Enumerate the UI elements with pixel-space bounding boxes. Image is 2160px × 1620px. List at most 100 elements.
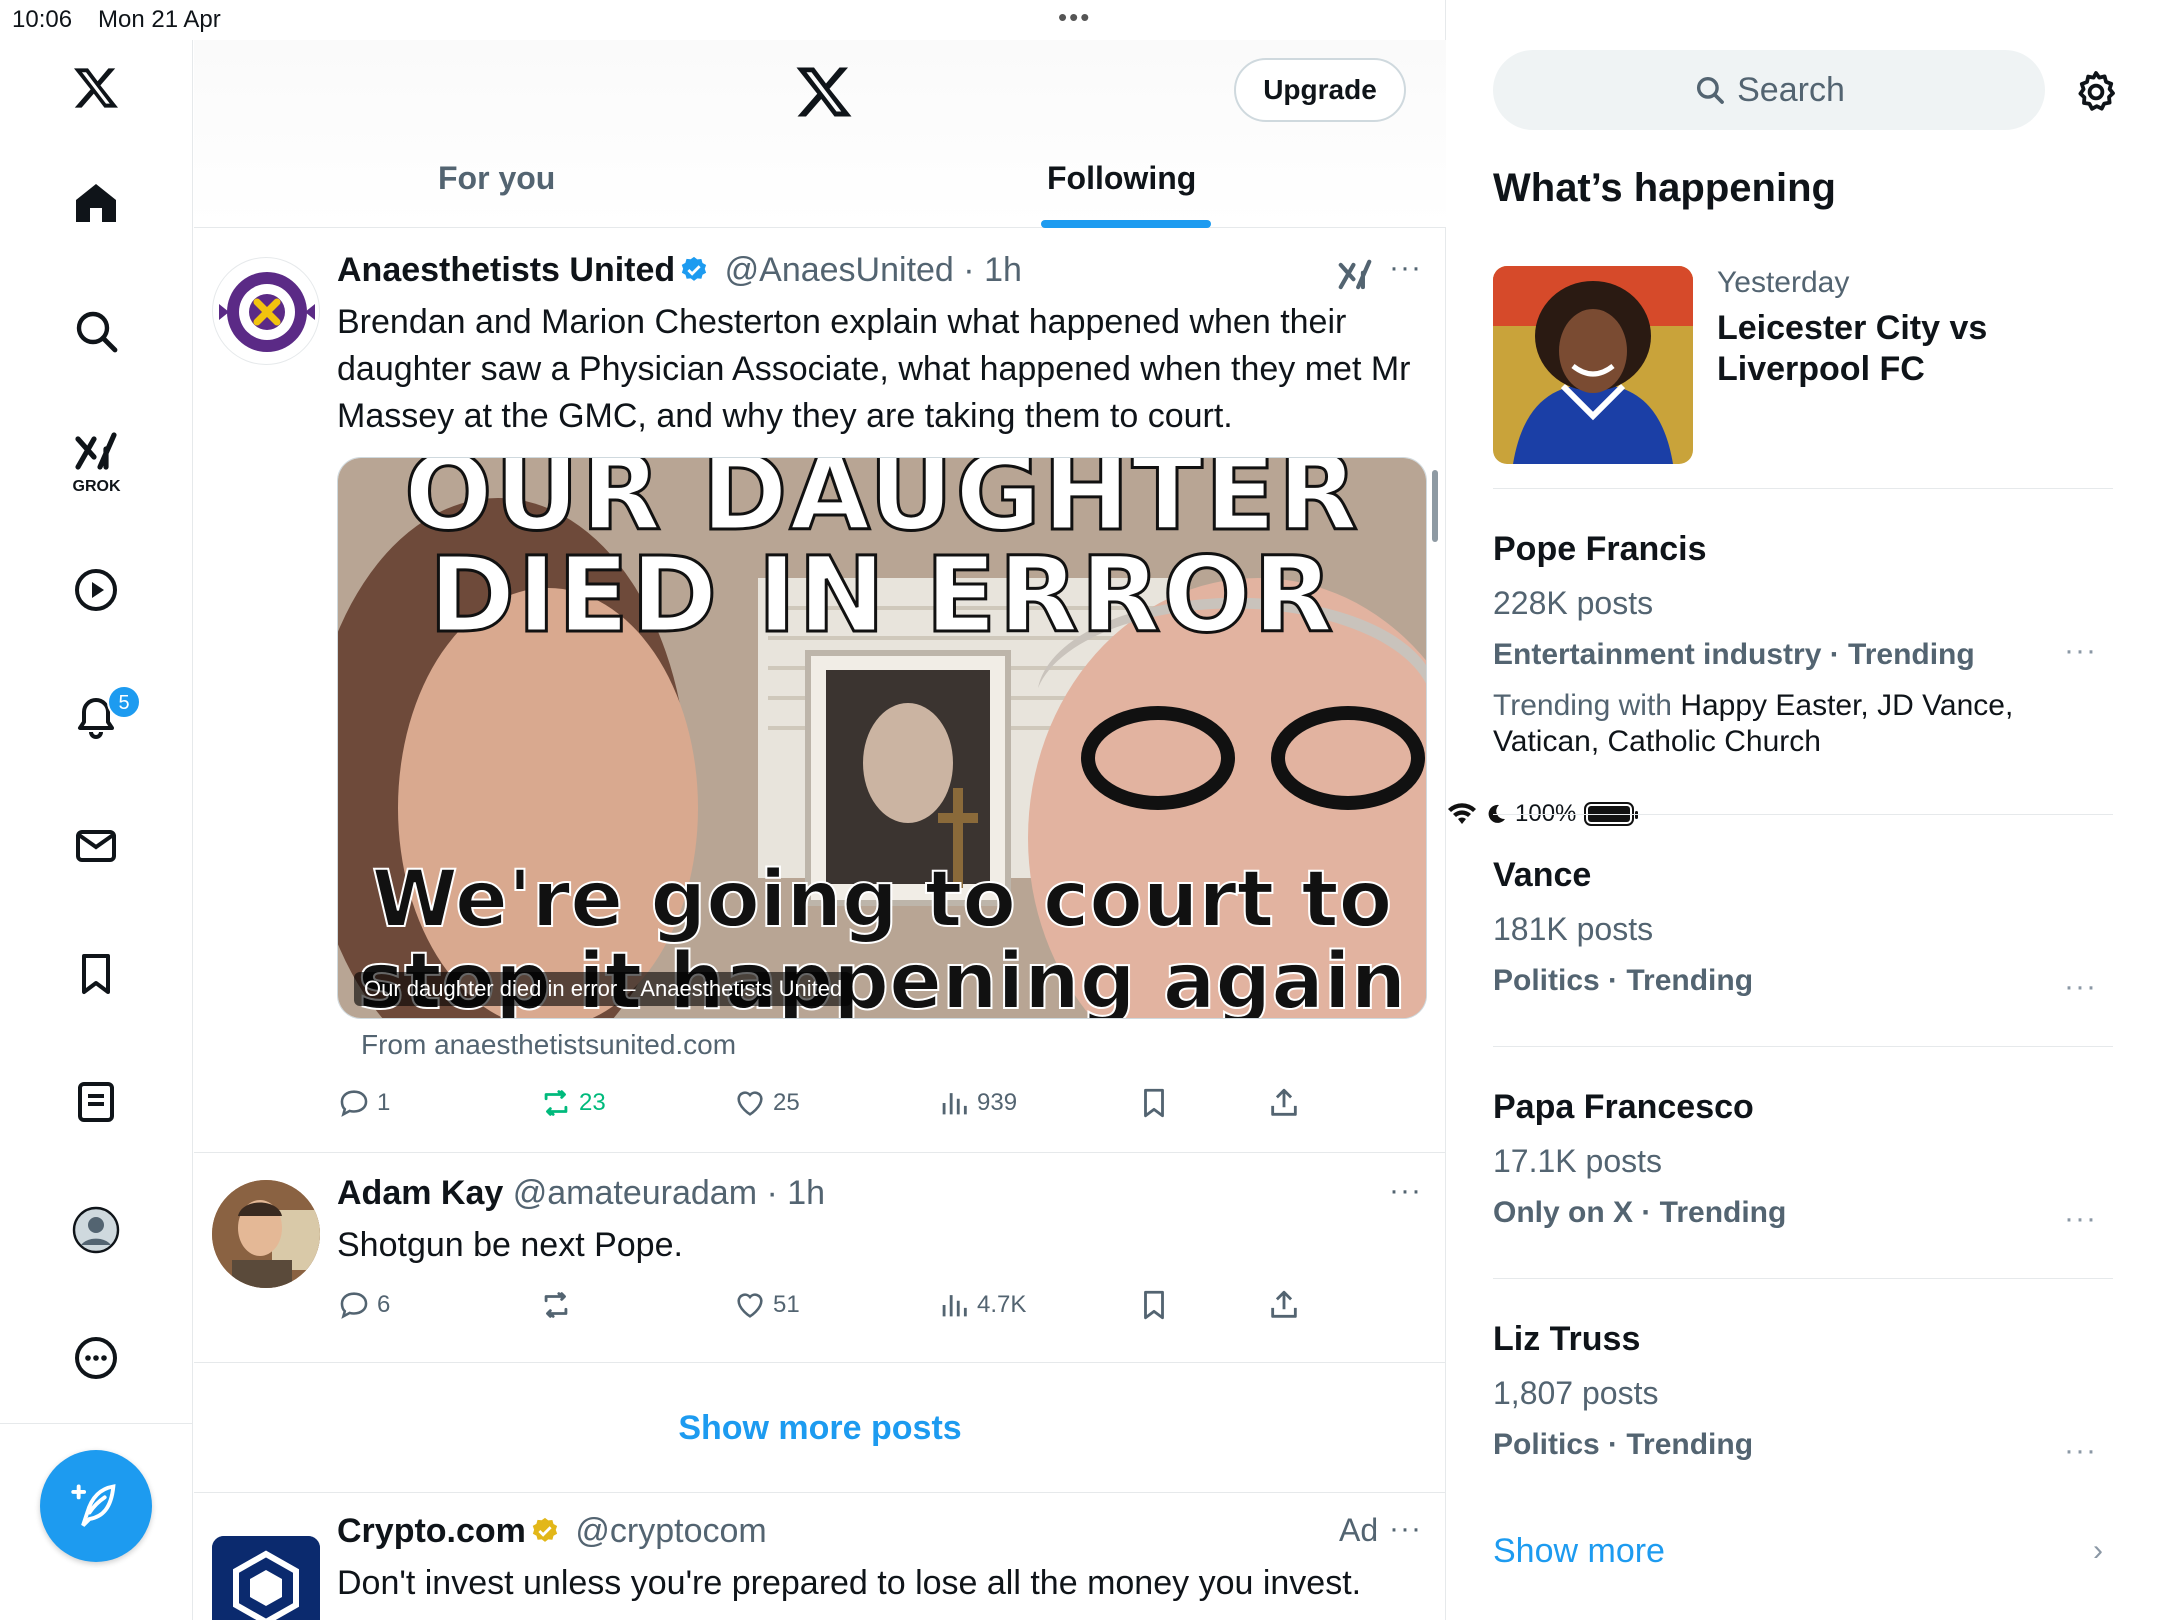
reply-button[interactable]: 1: [337, 1086, 390, 1120]
profile-avatar-icon[interactable]: [58, 1192, 134, 1268]
share-icon: [1271, 1290, 1297, 1318]
trend-title: Vance: [1493, 856, 1592, 894]
author-name[interactable]: Anaesthetists United: [337, 251, 675, 289]
heart-icon: [737, 1293, 763, 1318]
trend-category: Only on X · Trending: [1493, 1196, 1787, 1229]
trend-posts: 181K posts: [1493, 911, 1654, 947]
chevron-right-icon[interactable]: ›: [2093, 1534, 2103, 1568]
feature-title[interactable]: Leicester City vs Liverpool FC: [1717, 308, 2117, 390]
show-more-posts-button[interactable]: Show more posts: [194, 1363, 1446, 1493]
x-logo-icon[interactable]: [58, 50, 134, 126]
views-button[interactable]: 939: [937, 1086, 1017, 1120]
trend-posts: 1,807 posts: [1493, 1375, 1659, 1411]
right-sidebar: Search What’s happening Yesterday Leices…: [1447, 0, 2160, 1620]
video-play-icon[interactable]: [58, 552, 134, 628]
like-count: 25: [773, 1089, 800, 1116]
trend-title: Papa Francesco: [1493, 1088, 1754, 1126]
post-item[interactable]: Adam Kay @amateuradam · 1h ··· Shotgun b…: [194, 1154, 1446, 1363]
search-icon: [1697, 76, 1725, 104]
author-name[interactable]: Adam Kay: [337, 1174, 503, 1212]
share-button[interactable]: [1267, 1086, 1301, 1120]
divider: [1493, 488, 2113, 489]
post-item[interactable]: Anaesthetists United @AnaesUnited · 1h ·…: [194, 229, 1446, 1153]
trend-item[interactable]: Vance 181K posts Politics · Trending ···: [1493, 856, 2113, 1003]
post-time: · 1h: [766, 1174, 826, 1212]
grok-post-icon[interactable]: [1336, 257, 1374, 300]
views-button[interactable]: 4.7K: [937, 1288, 1026, 1322]
ad-label: Ad: [1339, 1512, 1379, 1548]
feature-time: Yesterday: [1717, 266, 1850, 299]
divider: [1493, 1278, 2113, 1279]
upgrade-button[interactable]: Upgrade: [1234, 58, 1406, 122]
compose-post-button[interactable]: [40, 1450, 152, 1562]
messages-mail-icon[interactable]: [58, 808, 134, 884]
share-button[interactable]: [1267, 1288, 1301, 1322]
bookmark-button[interactable]: [1137, 1086, 1171, 1120]
author-avatar[interactable]: [212, 257, 320, 365]
left-navigation: GROK 5: [0, 40, 193, 1620]
show-more-trends-link[interactable]: Show more: [1493, 1532, 1665, 1571]
post-media-video[interactable]: OUR DAUGHTER DIED IN ERROR We're going t…: [337, 457, 1427, 1019]
link-source[interactable]: From anaesthetistsunited.com: [361, 1029, 736, 1061]
trend-more-icon[interactable]: ···: [2064, 634, 2097, 668]
divider: [1493, 814, 2113, 815]
bookmark-button[interactable]: [1137, 1288, 1171, 1322]
tab-following[interactable]: Following: [1047, 160, 1196, 197]
view-count: 4.7K: [977, 1291, 1027, 1318]
search-placeholder: Search: [1737, 70, 1845, 109]
views-chart-icon: [942, 1093, 967, 1115]
repost-icon: [544, 1090, 568, 1116]
post-more-options-icon[interactable]: ···: [1389, 1174, 1422, 1208]
reply-button[interactable]: 6: [337, 1288, 390, 1322]
repost-count: 23: [579, 1089, 606, 1116]
lists-icon[interactable]: [58, 1064, 134, 1140]
bookmark-icon: [1144, 1290, 1164, 1320]
scrollbar-thumb[interactable]: [1432, 470, 1438, 542]
bookmarks-icon[interactable]: [58, 936, 134, 1012]
repost-button[interactable]: 23: [539, 1086, 606, 1120]
x-logo-header-icon[interactable]: [794, 62, 854, 122]
verified-badge-icon: [681, 256, 707, 281]
post-text: Shotgun be next Pope.: [337, 1226, 683, 1264]
author-handle[interactable]: @cryptocom: [575, 1512, 766, 1550]
repost-button[interactable]: [539, 1288, 579, 1322]
feature-thumbnail[interactable]: [1493, 266, 1693, 464]
post-more-options-icon[interactable]: ···: [1389, 251, 1422, 285]
post-actions: 1 23 25 939: [337, 1086, 1337, 1126]
trend-category: Politics · Trending: [1493, 964, 1754, 997]
like-button[interactable]: 25: [733, 1086, 800, 1120]
post-header: Crypto.com @cryptocom: [337, 1512, 767, 1551]
like-button[interactable]: 51: [733, 1288, 800, 1322]
verified-gold-badge-icon: [532, 1517, 558, 1542]
trend-more-icon[interactable]: ···: [2064, 970, 2097, 1004]
tab-for-you[interactable]: For you: [438, 160, 555, 197]
trend-posts: 17.1K posts: [1493, 1143, 1662, 1179]
reply-count: 6: [377, 1291, 391, 1318]
more-options-icon[interactable]: [58, 1320, 134, 1396]
author-name[interactable]: Crypto.com: [337, 1512, 526, 1550]
post-more-options-icon[interactable]: ···: [1389, 1512, 1422, 1546]
author-avatar[interactable]: [212, 1536, 320, 1620]
repost-icon: [544, 1292, 568, 1318]
trend-item[interactable]: Pope Francis 228K posts Entertainment in…: [1493, 530, 2113, 760]
status-time: 10:06: [12, 6, 73, 33]
notifications-badge: 5: [107, 685, 141, 719]
settings-gear-icon[interactable]: [2072, 68, 2120, 116]
author-handle[interactable]: @AnaesUnited: [725, 251, 954, 289]
trend-posts: 228K posts: [1493, 585, 1654, 621]
explore-search-icon[interactable]: [58, 293, 134, 369]
trend-item[interactable]: Liz Truss 1,807 posts Politics · Trendin…: [1493, 1320, 2113, 1467]
ad-post-item[interactable]: Crypto.com @cryptocom Ad ··· Don't inves…: [194, 1494, 1446, 1620]
author-avatar[interactable]: [212, 1180, 320, 1288]
author-handle[interactable]: @amateuradam: [513, 1174, 757, 1212]
compose-feather-icon: [71, 1484, 116, 1527]
post-actions: 6 51 4.7K: [337, 1288, 1337, 1328]
media-headline-line-2: DIED IN ERROR: [427, 534, 1336, 656]
trend-more-icon[interactable]: ···: [2064, 1434, 2097, 1468]
search-input[interactable]: Search: [1493, 50, 2045, 130]
trend-item[interactable]: Papa Francesco 17.1K posts Only on X · T…: [1493, 1088, 2113, 1235]
trend-with: Trending with Happy Easter, JD Vance, Va…: [1493, 688, 2113, 760]
trend-more-icon[interactable]: ···: [2064, 1202, 2097, 1236]
home-icon[interactable]: [58, 165, 134, 241]
trend-category: Entertainment industry · Trending: [1493, 638, 1975, 671]
